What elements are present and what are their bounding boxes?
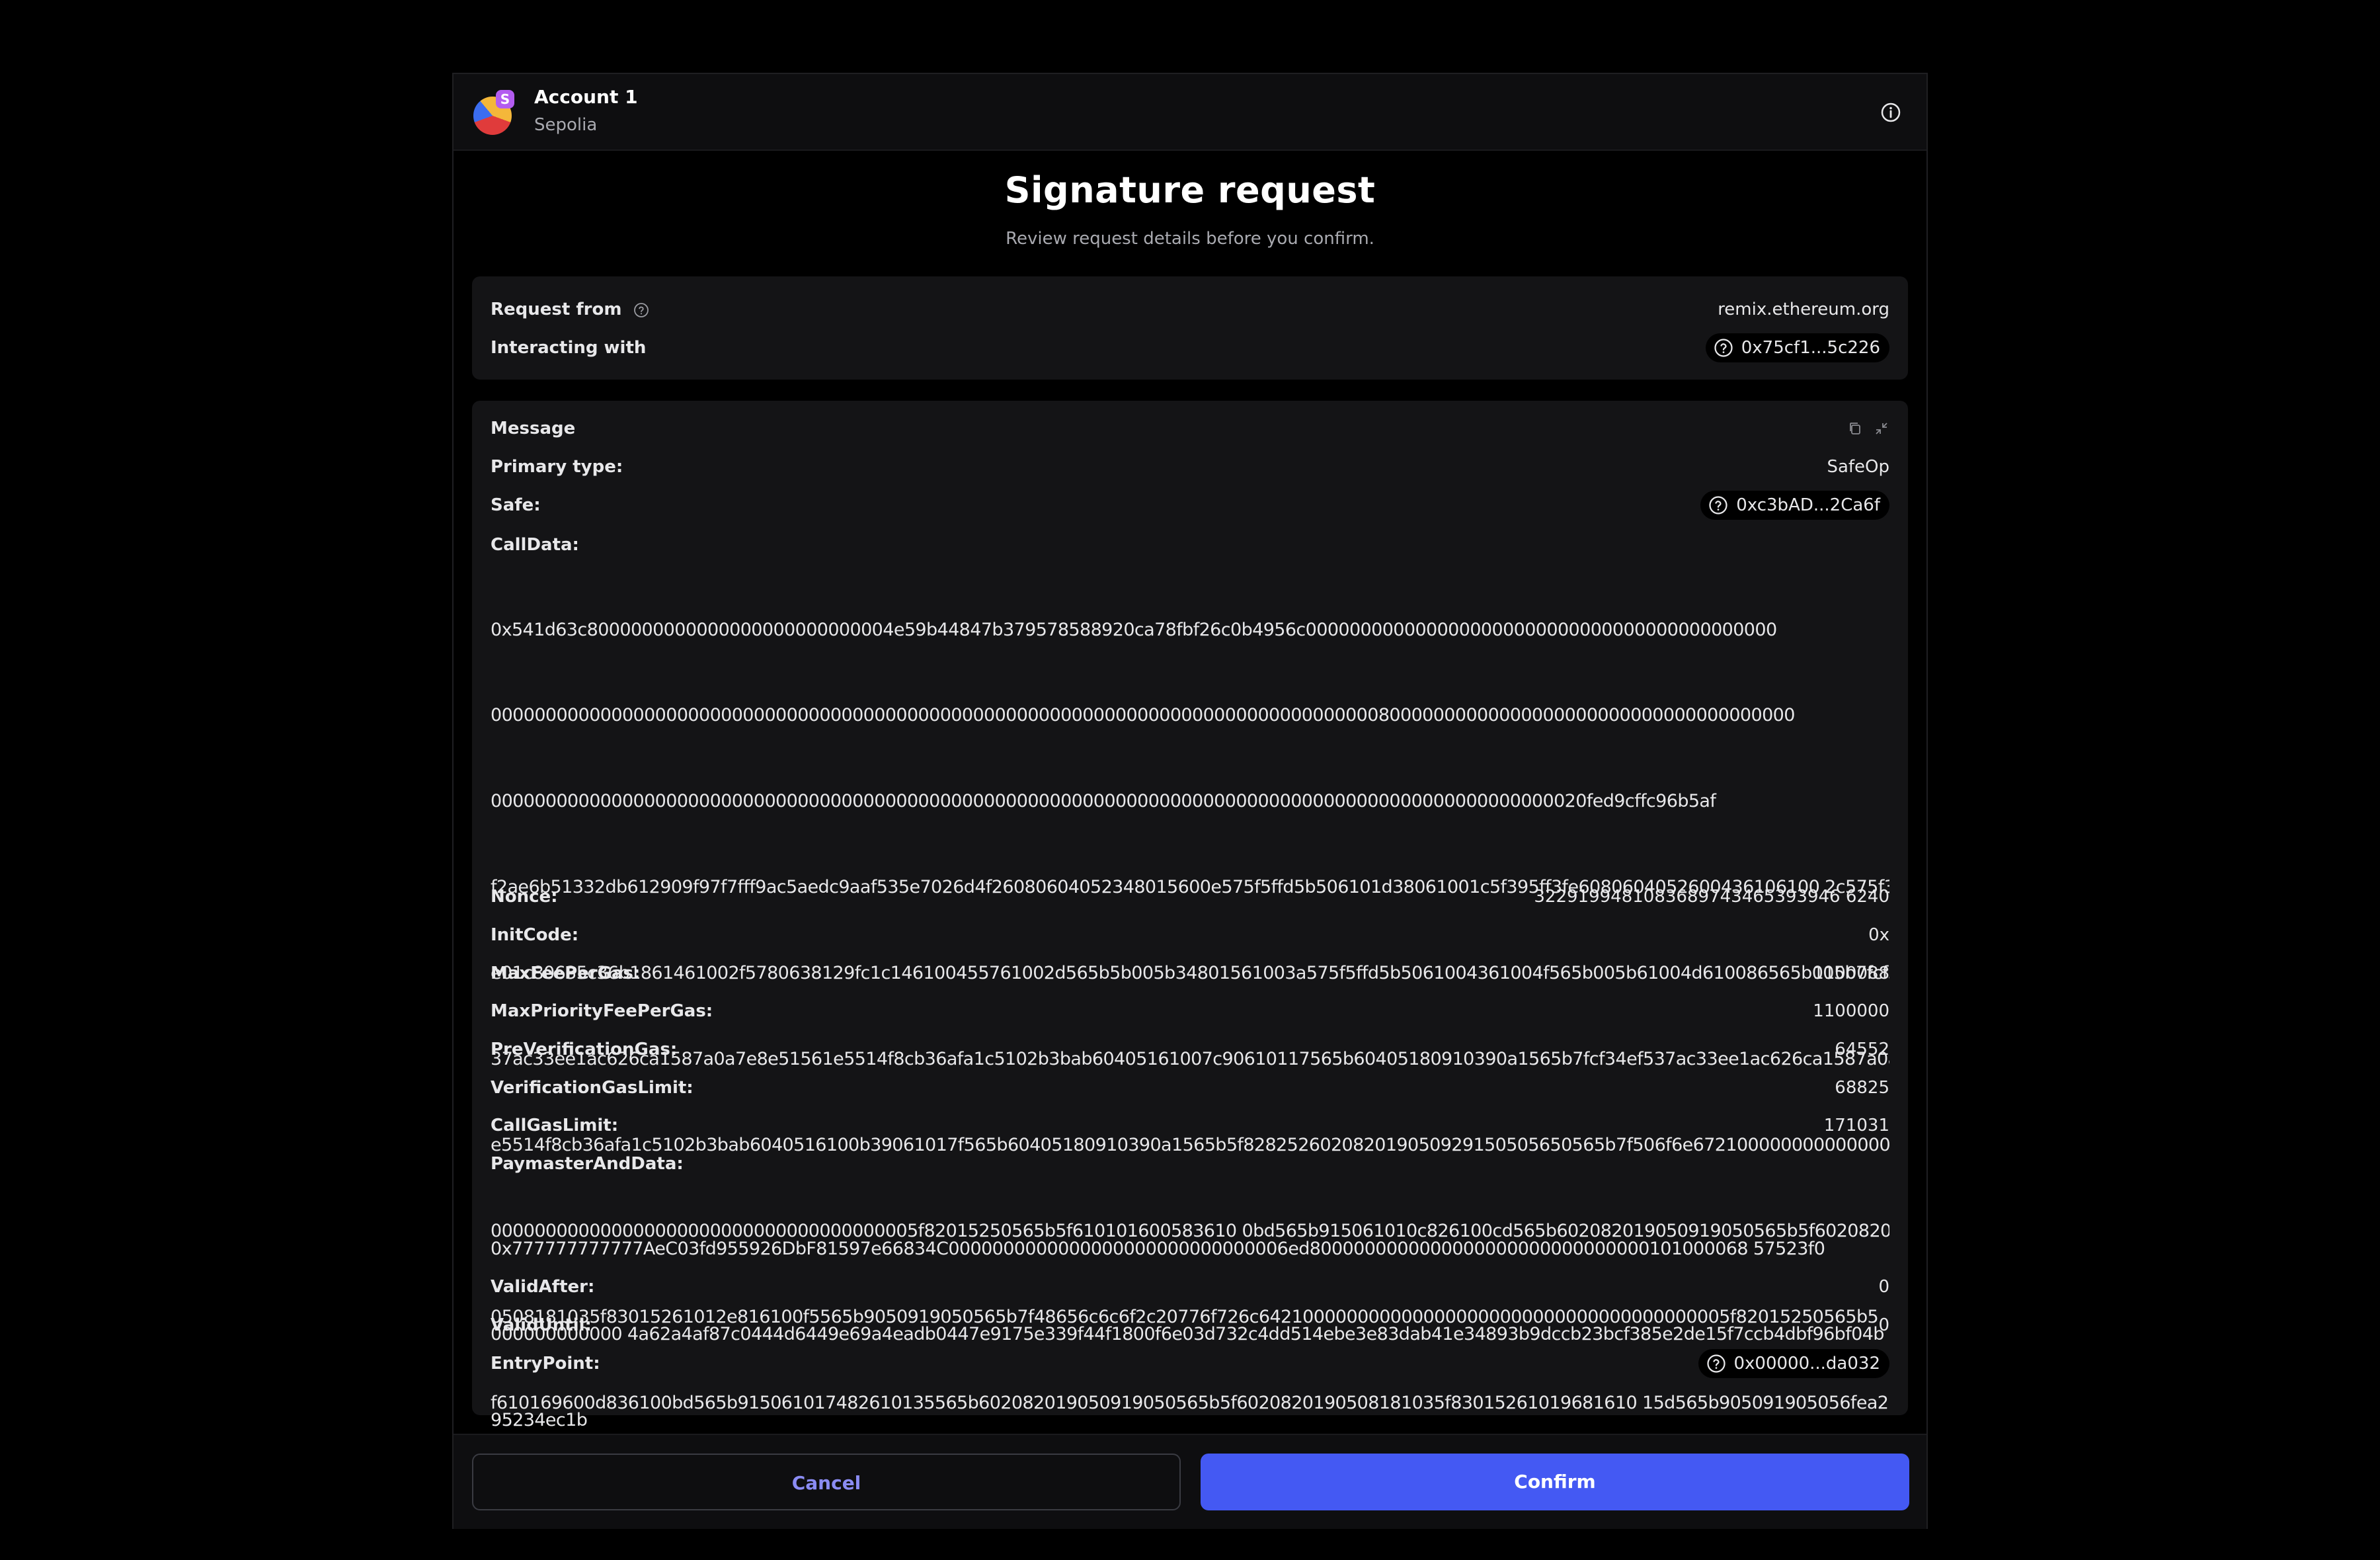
validafter-label: ValidAfter: (491, 1277, 595, 1297)
paymaster-line: 95234ec1b (491, 1410, 588, 1431)
message-actions (1847, 421, 1889, 436)
request-from-label-text: Request from (491, 300, 622, 319)
maxfee-label: MaxFeePerGas: (491, 964, 641, 983)
question-icon (1709, 496, 1727, 514)
request-from-label: Request from (491, 296, 649, 323)
entrypoint-label: EntryPoint: (491, 1354, 600, 1374)
cancel-button[interactable]: Cancel (472, 1454, 1181, 1510)
callgas-label: CallGasLimit: (491, 1116, 619, 1135)
question-icon[interactable] (633, 302, 649, 318)
request-from-row: Request from remix.ethereum.org (491, 296, 1889, 323)
maxprio-label: MaxPriorityFeePerGas: (491, 1001, 713, 1021)
dialog-footer: Cancel Confirm (454, 1434, 1926, 1529)
preverification-value: 64552 (1835, 1040, 1889, 1059)
initcode-label: InitCode: (491, 925, 579, 945)
safe-address[interactable]: 0xc3bAD...2Ca6f (1700, 491, 1889, 520)
account-header: S Account 1 Sepolia (454, 74, 1926, 151)
calldata-line: 0x541d63c8000000000000000000000000004e59… (491, 619, 1777, 640)
collapse-icon[interactable] (1874, 421, 1889, 436)
safe-row: Safe: 0xc3bAD...2Ca6f (491, 491, 1889, 520)
initcode-value: 0x (1868, 925, 1889, 945)
message-card: Message Primary type: SafeOp Safe: 0xc3b… (472, 401, 1908, 1499)
preverification-label: PreVerificationGas: (491, 1040, 678, 1059)
info-icon[interactable] (1880, 102, 1901, 123)
primary-type-value: SafeOp (1827, 457, 1889, 477)
validuntil-label: ValidUntil: (491, 1315, 592, 1335)
message-heading-row: Message (491, 415, 1889, 442)
confirm-button[interactable]: Confirm (1201, 1454, 1909, 1510)
verification-gas-row: VerificationGasLimit: 68825 (491, 1075, 1889, 1101)
address-text: 0xc3bAD...2Ca6f (1736, 495, 1880, 515)
paymaster-line: 0x777777777777AeC03fd955926DbF81597e6683… (491, 1238, 1825, 1259)
page-title: Signature request (1004, 169, 1376, 211)
initcode-row: InitCode: 0x (491, 922, 1889, 948)
safe-label: Safe: (491, 495, 541, 515)
entrypoint-row: EntryPoint: 0x00000...da032 (491, 1349, 1889, 1378)
network-name: Sepolia (534, 115, 598, 135)
interacting-with-label: Interacting with (491, 338, 647, 358)
interacting-with-row: Interacting with 0x75cf1...5c226 (491, 333, 1889, 362)
entrypoint-address[interactable]: 0x00000...da032 (1698, 1349, 1889, 1378)
nonce-label: Nonce: (491, 887, 558, 907)
signature-dialog: S Account 1 Sepolia Signature request Re… (452, 73, 1928, 1529)
paymaster-label-row: PaymasterAndData: (491, 1151, 1889, 1177)
maxfee-value: 1100088 (1813, 964, 1889, 983)
question-icon (1714, 339, 1733, 357)
validuntil-value: 0 (1878, 1315, 1889, 1335)
maxprio-row: MaxPriorityFeePerGas: 1100000 (491, 998, 1889, 1024)
question-icon (1706, 1354, 1726, 1373)
primary-type-label: Primary type: (491, 457, 623, 477)
account-name: Account 1 (534, 86, 638, 108)
calldata-line: 0000000000000000000000000000000000000000… (491, 705, 1795, 726)
request-from-value: remix.ethereum.org (1718, 300, 1889, 319)
network-badge: S (496, 90, 514, 108)
calldata-label-row: CallData: (491, 532, 1889, 558)
nonce-value: 3229199481083689743465393946 6240 (1534, 887, 1889, 907)
calldata-label: CallData: (491, 535, 579, 555)
copy-icon[interactable] (1847, 421, 1863, 436)
calldata-line: 0000000000000000000000000000000000000000… (491, 791, 1716, 812)
validuntil-row: ValidUntil: 0 (491, 1312, 1889, 1338)
address-text: 0x00000...da032 (1733, 1354, 1881, 1374)
maxprio-value: 1100000 (1813, 1001, 1889, 1021)
callgas-row: CallGasLimit: 171031 (491, 1112, 1889, 1139)
verification-gas-label: VerificationGasLimit: (491, 1078, 694, 1098)
callgas-value: 171031 (1823, 1116, 1889, 1135)
maxfee-row: MaxFeePerGas: 1100088 (491, 960, 1889, 987)
message-heading: Message (491, 419, 576, 438)
preverification-row: PreVerificationGas: 64552 (491, 1036, 1889, 1063)
verification-gas-value: 68825 (1835, 1078, 1889, 1098)
validafter-value: 0 (1878, 1277, 1889, 1297)
primary-type-row: Primary type: SafeOp (491, 454, 1889, 480)
nonce-row: Nonce: 3229199481083689743465393946 6240 (491, 883, 1889, 910)
validafter-row: ValidAfter: 0 (491, 1274, 1889, 1300)
paymaster-label: PaymasterAndData: (491, 1154, 684, 1174)
request-card: Request from remix.ethereum.org Interact… (472, 276, 1908, 380)
account-avatar: S (473, 90, 514, 135)
page-subtitle: Review request details before you confir… (1006, 229, 1374, 249)
interacting-with-address[interactable]: 0x75cf1...5c226 (1705, 333, 1889, 362)
address-text: 0x75cf1...5c226 (1741, 338, 1880, 358)
